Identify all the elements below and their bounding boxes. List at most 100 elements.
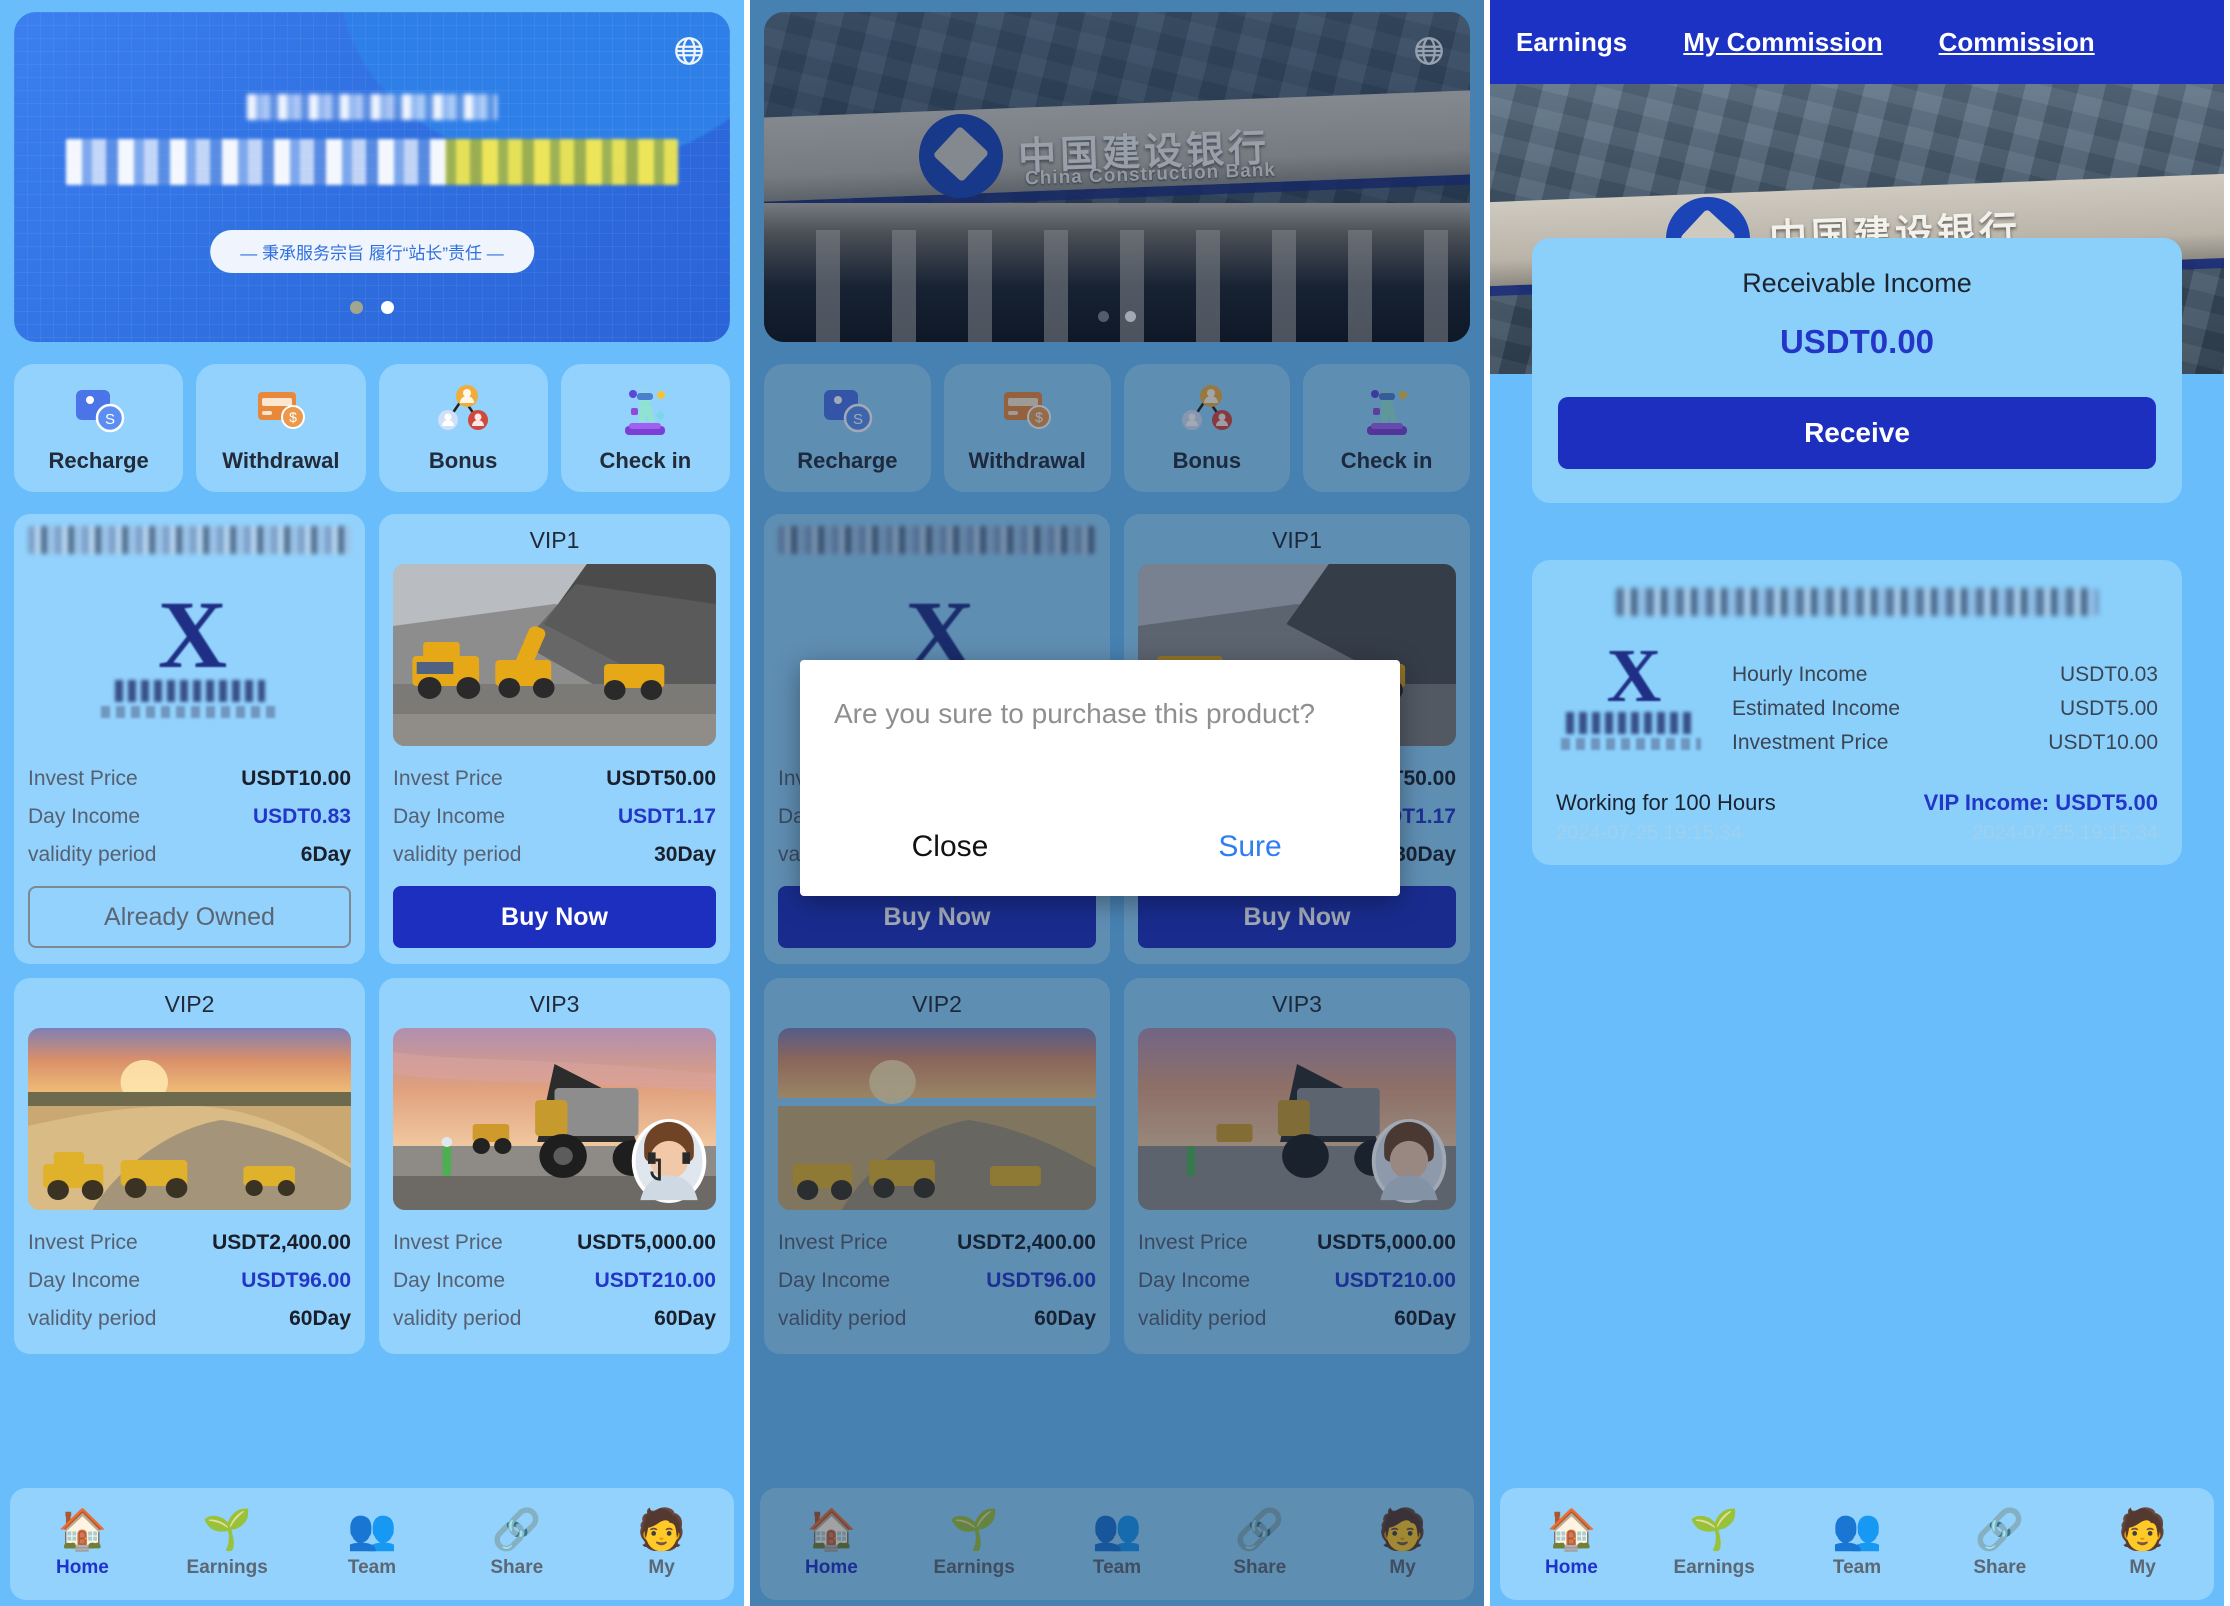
- action-withdrawal-label: Withdrawal: [222, 448, 340, 473]
- phone-screen-home: — 秉承服务宗旨 履行“站长”责任 — S Recharge $ Withdra…: [0, 0, 750, 1606]
- already-owned-button[interactable]: Already Owned: [28, 886, 351, 948]
- product-logo: X: [1556, 638, 1706, 751]
- receive-button[interactable]: Receive: [1558, 397, 2156, 469]
- row-label: Hourly Income: [1732, 663, 1868, 686]
- card-dollar-icon: $: [252, 382, 310, 440]
- tab-my[interactable]: 🧑 My: [589, 1509, 734, 1579]
- product-image-mining-pit: [28, 1028, 351, 1210]
- row-validity-period: validity period 60Day: [393, 1300, 716, 1338]
- tab-home[interactable]: 🏠 Home: [1500, 1509, 1643, 1579]
- row-invest-price: Invest Price USDT10.00: [28, 760, 351, 798]
- carousel-dot-1[interactable]: [350, 301, 363, 314]
- row-label: Day Income: [393, 805, 506, 828]
- wallet-dollar-icon: S: [70, 382, 128, 440]
- row-value: USDT210.00: [594, 1269, 716, 1292]
- tab-home[interactable]: 🏠 Home: [10, 1509, 155, 1579]
- company-logo-glyph: X: [157, 580, 227, 688]
- product-card-vip2[interactable]: VIP2 Invest Price USDT2,400.00 Day Incom…: [14, 978, 365, 1354]
- company-logo-name-blurred: [114, 680, 265, 703]
- tab-home-label: Home: [56, 1557, 109, 1578]
- svg-text:$: $: [289, 409, 297, 425]
- product-image-mining-trucks: [393, 564, 716, 746]
- row-label: validity period: [28, 843, 157, 866]
- globe-icon[interactable]: [672, 34, 706, 68]
- topbar-my-commission[interactable]: My Commission: [1683, 27, 1882, 58]
- row-day-income: Day Income USDT0.83: [28, 798, 351, 836]
- row-value: USDT2,400.00: [212, 1231, 351, 1254]
- banner-headline-line1-blurred: [247, 94, 497, 120]
- row-value: USDT0.83: [252, 805, 351, 828]
- action-withdrawal[interactable]: $ Withdrawal: [196, 364, 366, 492]
- phone-screen-earnings: Earnings My Commission Commission 中国建设银行…: [1490, 0, 2224, 1606]
- house-icon: 🏠: [57, 1508, 108, 1552]
- income-card-rows: Hourly Income USDT0.03 Estimated Income …: [1732, 642, 2158, 760]
- product-card-owned[interactable]: X Invest Price USDT10.00 Day Income USDT…: [14, 514, 365, 964]
- banner-carousel-dots[interactable]: [14, 301, 730, 314]
- row-label: Estimated Income: [1732, 697, 1901, 720]
- tab-share[interactable]: 🔗 Share: [1928, 1509, 2071, 1579]
- tab-team-label: Team: [347, 1557, 397, 1578]
- dialog-sure-button[interactable]: Sure: [1100, 806, 1400, 896]
- action-bonus-label: Bonus: [428, 448, 498, 473]
- row-validity-period: validity period 60Day: [28, 1300, 351, 1338]
- receivable-income-amount: USDT0.00: [1779, 323, 1935, 360]
- receivable-income-card: Receivable Income USDT0.00 Receive: [1532, 238, 2182, 503]
- row-invest-price: Invest Price USDT5,000.00: [393, 1224, 716, 1262]
- house-icon: 🏠: [1546, 1508, 1597, 1552]
- product-card-vip3[interactable]: VIP3 Invest Price USDT5,000.00 Day Incom…: [379, 978, 730, 1354]
- row-invest-price: Invest Price USDT2,400.00: [28, 1224, 351, 1262]
- row-label: Day Income: [28, 1269, 141, 1292]
- tab-my-label: My: [2129, 1557, 2156, 1578]
- action-check-in[interactable]: Check in: [560, 364, 730, 492]
- row-value: USDT0.03: [2059, 663, 2158, 686]
- row-label: Invest Price: [393, 767, 503, 790]
- banner-headline: [14, 94, 730, 185]
- row-value: USDT96.00: [241, 1269, 351, 1292]
- tab-share[interactable]: 🔗 Share: [444, 1509, 589, 1579]
- dialog-actions: Close Sure: [800, 806, 1400, 896]
- product-card-vip1[interactable]: VIP1: [379, 514, 730, 964]
- quick-actions-row: S Recharge $ Withdrawal Bonus Check in: [14, 364, 730, 492]
- row-investment-price: Investment Price USDT10.00: [1732, 726, 2158, 760]
- product-title: VIP2: [164, 991, 215, 1017]
- product-detail-rows: Invest Price USDT5,000.00 Day Income USD…: [393, 1224, 716, 1338]
- row-day-income: Day Income USDT96.00: [28, 1262, 351, 1300]
- tab-home-label: Home: [1545, 1557, 1598, 1578]
- working-hours-block: Working for 100 Hours 2024-07-25 19:15:3…: [1556, 790, 1776, 845]
- product-image-company-logo: X: [28, 564, 351, 746]
- row-label: validity period: [393, 843, 522, 866]
- row-hourly-income: Hourly Income USDT0.03: [1732, 658, 2158, 692]
- row-label: validity period: [393, 1307, 522, 1330]
- company-logo-name-blurred: [1566, 712, 1696, 735]
- income-card-body: X Hourly Income USDT0.03 Estimated Incom…: [1556, 638, 2158, 760]
- banner-headline-line2-blurred: [66, 139, 678, 185]
- buy-now-button[interactable]: Buy Now: [393, 886, 716, 948]
- action-recharge[interactable]: S Recharge: [14, 364, 184, 492]
- row-label: Invest Price: [393, 1231, 503, 1254]
- tab-team[interactable]: 👥 Team: [1786, 1509, 1929, 1579]
- row-label: Investment Price: [1732, 731, 1889, 754]
- money-plant-icon: 🌱: [202, 1508, 253, 1552]
- bottom-tab-bar: 🏠 Home 🌱 Earnings 👥 Team 🔗 Share 🧑 My: [1500, 1488, 2214, 1600]
- row-day-income: Day Income USDT210.00: [393, 1262, 716, 1300]
- receivable-income-title: Receivable Income: [1742, 268, 1972, 298]
- referral-people-icon: [434, 382, 492, 440]
- carousel-dot-2[interactable]: [381, 301, 394, 314]
- product-title-blurred: [28, 526, 351, 554]
- promo-banner[interactable]: — 秉承服务宗旨 履行“站长”责任 —: [14, 12, 730, 342]
- bottom-tab-bar: 🏠 Home 🌱 Earnings 👥 Team 🔗 Share 🧑 My: [10, 1488, 734, 1600]
- tab-earnings[interactable]: 🌱 Earnings: [155, 1509, 300, 1579]
- row-value: USDT50.00: [606, 767, 716, 790]
- phone-screen-purchase-confirm: 中国建设银行 China Construction Bank S Recharg…: [750, 0, 1490, 1606]
- tab-my[interactable]: 🧑 My: [2071, 1509, 2214, 1579]
- topbar-earnings[interactable]: Earnings: [1516, 27, 1627, 58]
- tab-team[interactable]: 👥 Team: [300, 1509, 445, 1579]
- topbar-commission[interactable]: Commission: [1939, 27, 2095, 58]
- dialog-close-button[interactable]: Close: [800, 806, 1100, 896]
- tab-earnings[interactable]: 🌱 Earnings: [1643, 1509, 1786, 1579]
- product-detail-rows: Invest Price USDT50.00 Day Income USDT1.…: [393, 760, 716, 874]
- row-value: 30Day: [654, 843, 716, 866]
- action-bonus[interactable]: Bonus: [378, 364, 548, 492]
- three-phone-screenshots: — 秉承服务宗旨 履行“站长”责任 — S Recharge $ Withdra…: [0, 0, 2230, 1606]
- vip-income-block: VIP Income: USDT5.00 2024-07-25 19:15:34: [1924, 790, 2158, 845]
